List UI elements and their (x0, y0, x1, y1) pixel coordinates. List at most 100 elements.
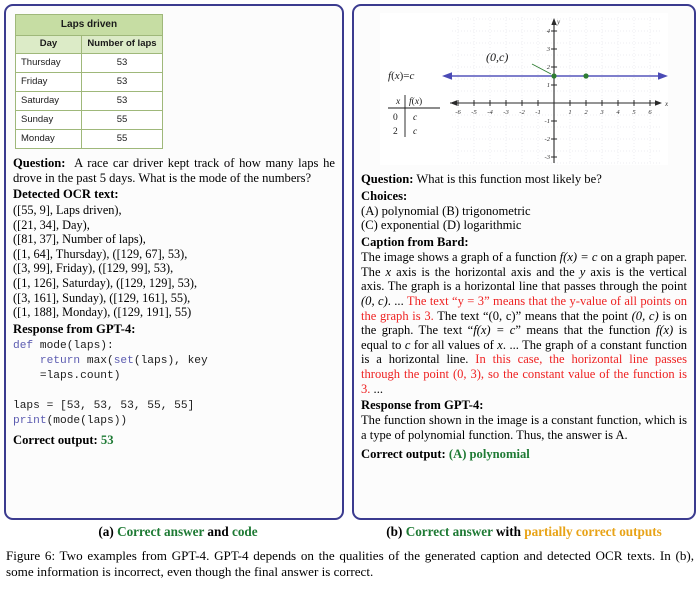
code-line: print(mode(laps)) (13, 415, 127, 427)
laps-driven-table: Laps driven Day Number of laps Thursday … (15, 14, 163, 150)
mini-table-cell-x: 0 (393, 113, 398, 123)
cell-day: Thursday (15, 53, 82, 74)
cell-day: Monday (15, 129, 82, 150)
y-tick-label: -3 (545, 154, 551, 161)
figure-caption: Figure 6: Two examples from GPT-4. GPT-4… (6, 548, 694, 579)
ocr-line: ([3, 161], Sunday), ([129, 161], 55), (13, 290, 191, 305)
caption-math: f(x) (655, 323, 674, 338)
ocr-line: ([1, 64], Thursday), ([129, 67], 53), (13, 246, 188, 261)
graph-point-2c (583, 73, 589, 79)
code-text: =laps.count) (13, 369, 121, 382)
code-keyword: set (113, 354, 134, 367)
caption-from-bard-label: Caption from Bard: (361, 235, 469, 250)
ocr-line: ([55, 9], Laps driven), (13, 203, 122, 218)
graph-svg: -6 -5 -4 -3 -2 -1 1 2 3 4 5 6 4 3 2 1 -1… (380, 13, 668, 165)
table-row: Sunday 55 (15, 110, 163, 131)
function-graph-image: -6 -5 -4 -3 -2 -1 1 2 3 4 5 6 4 3 2 1 -1… (380, 13, 668, 165)
cell-laps: 55 (81, 110, 163, 131)
code-keyword: def (13, 339, 40, 352)
correct-output-b: Correct output: (A) polynomial (361, 447, 687, 462)
subcaption-a: (a) Correct answer and code (4, 524, 352, 540)
caption-math: (0, c) (631, 308, 659, 323)
cell-laps: 53 (81, 72, 163, 93)
cell-day: Friday (15, 72, 82, 93)
panel-b-question: Question: What is this function most lik… (361, 172, 687, 187)
cell-laps: 55 (81, 129, 163, 150)
cell-laps: 53 (81, 53, 163, 74)
x-tick-label: -2 (519, 109, 525, 116)
correct-output-label: Correct output: (361, 446, 446, 461)
subcaption-b-orange: partially correct outputs (524, 524, 662, 539)
code-block: def mode(laps): return max(set(laps), ke… (13, 339, 335, 429)
caption-text-run: The text “(0, c)” means that the point (433, 308, 632, 323)
correct-output-a: Correct output: 53 (13, 433, 335, 448)
question-label: Question: (361, 172, 414, 186)
cell-day: Saturday (15, 91, 82, 112)
x-tick-label: 1 (568, 109, 571, 116)
y-tick-label: -2 (545, 136, 551, 143)
code-text: laps = [53, 53, 53, 55, 55] (13, 399, 195, 412)
table-header-day: Day (15, 34, 82, 55)
x-tick-label: -3 (503, 109, 509, 116)
ocr-line: ([1, 126], Saturday), ([129, 129], 53), (13, 276, 198, 291)
caption-text-run: axis is the horizontal axis and the (391, 264, 580, 279)
panel-a-question: Question: A race car driver kept track o… (13, 156, 335, 185)
subcaption-b: (b) Correct answer with partially correc… (352, 524, 696, 540)
x-tick-label: -1 (535, 109, 541, 116)
panels-row: Laps driven Day Number of laps Thursday … (0, 0, 700, 520)
bard-caption-text: The image shows a graph of a function f(… (361, 250, 687, 396)
caption-text-run: ” means that the function (515, 323, 656, 338)
code-line: def mode(laps): (13, 340, 114, 352)
response-label: Response from GPT-4: (361, 398, 484, 413)
subcaption-b-prefix: (b) (386, 524, 406, 539)
choice-line: (A) polynomial (B) trigonometric (361, 203, 531, 218)
ocr-line: ([81, 37], Number of laps), (13, 232, 146, 247)
mini-table-header-fx: f(x) (409, 96, 422, 107)
point-label: (0,c) (486, 50, 508, 64)
correct-output-label: Correct output: (13, 432, 98, 447)
subcaption-a-green2: code (231, 524, 258, 539)
table-row: Saturday 53 (15, 91, 163, 112)
choices-list: (A) polynomial (B) trigonometric (C) exp… (361, 204, 687, 233)
table-title: Laps driven (15, 14, 163, 36)
choice-line: (C) exponential (D) logarithmic (361, 218, 522, 233)
y-tick-label: -1 (545, 118, 551, 125)
caption-text-run: . ... (387, 294, 407, 309)
subcaption-b-mid: with (492, 524, 525, 539)
mini-table-cell-x: 2 (393, 127, 398, 137)
caption-text-run: for all values of (410, 337, 498, 352)
table-row: Friday 53 (15, 72, 163, 93)
table-header-row: Day Number of laps (15, 34, 163, 55)
table-row: Thursday 53 (15, 53, 163, 74)
ocr-line: ([3, 99], Friday), ([129, 99], 53), (13, 261, 174, 276)
caption-math: (0, c) (361, 294, 388, 309)
subcaption-a-prefix: (a) (98, 524, 118, 539)
caption-math: f(x) = c (473, 323, 516, 338)
figure-container: Laps driven Day Number of laps Thursday … (0, 0, 700, 597)
graph-point-0c (551, 73, 557, 79)
table-title-row: Laps driven (15, 14, 163, 36)
mini-table-header-x: x (395, 97, 401, 107)
caption-text-run: ... (370, 381, 383, 396)
table-row: Monday 55 (15, 129, 163, 150)
cell-day: Sunday (15, 110, 82, 131)
function-label: f(x)=c (388, 70, 415, 82)
code-text: (mode(laps)) (46, 414, 128, 427)
ocr-text-list: ([55, 9], Laps driven), ([21, 34], Day),… (13, 203, 335, 320)
ocr-line: ([21, 34], Day), (13, 217, 90, 232)
x-tick-label: -5 (471, 109, 477, 116)
correct-output-value: 53 (100, 432, 114, 447)
subcaption-a-mid: and (204, 524, 232, 539)
code-text: max( (86, 354, 114, 367)
ocr-line: ([1, 188], Monday), ([129, 191], 55) (13, 305, 192, 320)
panel-a-example: Laps driven Day Number of laps Thursday … (4, 4, 344, 520)
cell-laps: 53 (81, 91, 163, 112)
question-text: What is this function most likely be? (416, 172, 602, 186)
x-tick-label: -6 (455, 109, 461, 116)
code-line: return max(set(laps), key (13, 355, 208, 367)
subcaption-row: (a) Correct answer and code (b) Correct … (0, 524, 700, 540)
caption-math: f(x) = c (559, 250, 598, 265)
caption-text-run: The image shows a graph of a function (361, 250, 560, 265)
code-keyword: return (13, 354, 87, 367)
x-tick-label: -4 (487, 109, 493, 116)
